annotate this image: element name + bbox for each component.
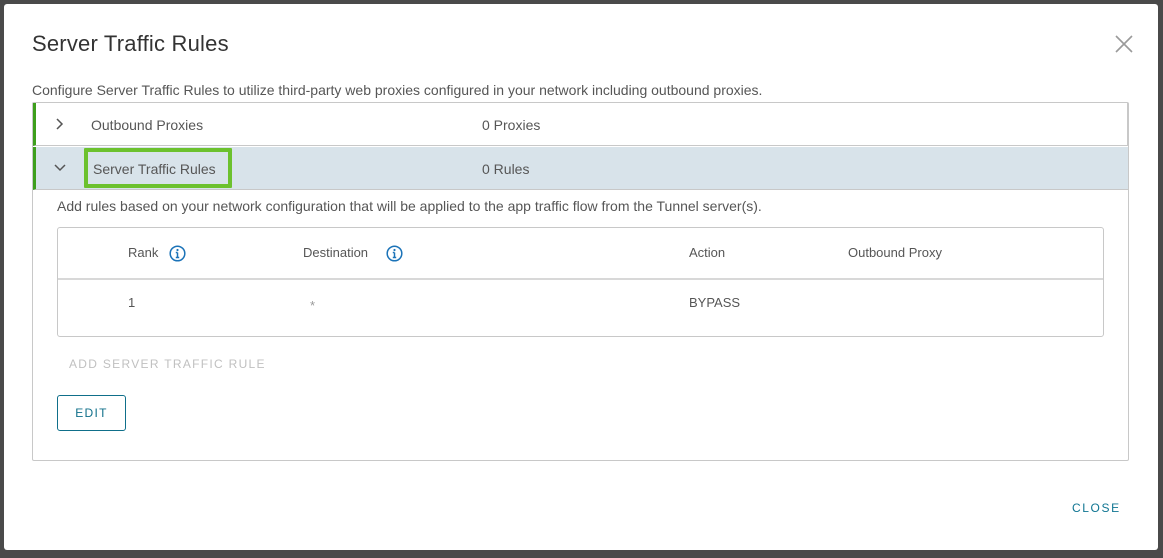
- section-outbound-proxies[interactable]: Outbound Proxies 0 Proxies: [33, 103, 1128, 146]
- table-header: Rank Destination Action Outbound Proxy: [58, 228, 1103, 280]
- rules-description: Add rules based on your network configur…: [57, 198, 762, 214]
- section-count: 0 Proxies: [482, 117, 541, 133]
- section-count: 0 Rules: [482, 161, 530, 177]
- col-outbound-proxy: Outbound Proxy: [848, 245, 942, 260]
- edit-button[interactable]: EDIT: [57, 395, 126, 431]
- cell-destination: *: [310, 298, 316, 313]
- col-rank: Rank: [128, 245, 159, 260]
- close-button[interactable]: CLOSE: [1072, 501, 1121, 515]
- chevron-down-icon: [53, 161, 67, 175]
- rules-table: Rank Destination Action Outbound Proxy 1…: [57, 227, 1104, 337]
- add-server-traffic-rule-button[interactable]: ADD SERVER TRAFFIC RULE: [69, 357, 266, 371]
- col-action: Action: [689, 245, 726, 260]
- chevron-right-icon: [53, 117, 67, 131]
- col-destination: Destination: [303, 245, 369, 260]
- settings-panel: Outbound Proxies 0 Proxies Server Traffi…: [32, 102, 1129, 461]
- info-icon[interactable]: [386, 245, 403, 262]
- dialog-description: Configure Server Traffic Rules to utiliz…: [32, 82, 763, 98]
- close-icon[interactable]: [1114, 34, 1134, 54]
- dialog-title: Server Traffic Rules: [32, 31, 229, 56]
- section-server-traffic-rules[interactable]: Server Traffic Rules 0 Rules: [33, 147, 1128, 190]
- info-icon[interactable]: [169, 245, 186, 262]
- highlight-box: Server Traffic Rules: [84, 148, 232, 188]
- section-label: Server Traffic Rules: [93, 161, 216, 177]
- cell-action: BYPASS: [689, 295, 741, 310]
- section-label: Outbound Proxies: [91, 117, 204, 133]
- cell-rank: 1: [128, 295, 136, 310]
- server-traffic-rules-dialog: Server Traffic Rules Configure Server Tr…: [4, 4, 1158, 550]
